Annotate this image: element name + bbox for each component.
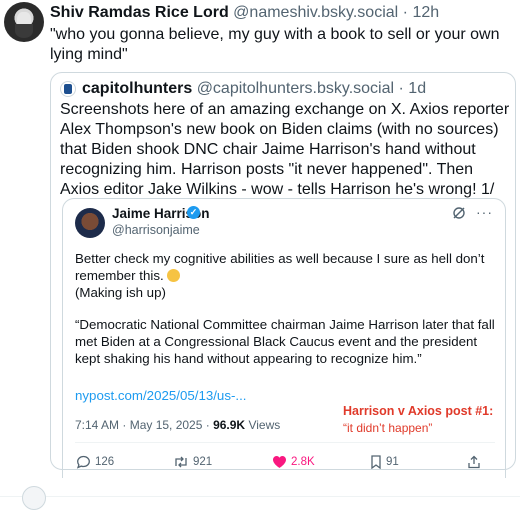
quoted-author-avatar — [60, 81, 76, 97]
post-time[interactable]: 12h — [412, 4, 439, 21]
author-name[interactable]: Shiv Ramdas Rice Lord — [50, 4, 229, 21]
dot-separator: · — [402, 4, 408, 21]
post-author-line: Shiv Ramdas Rice Lord @nameshiv.bsky.soc… — [50, 4, 439, 22]
dot-separator: · — [398, 80, 404, 97]
tweet-timestamp: 7:14 AM · May 15, 2025 · — [75, 418, 214, 432]
tweet-body: Better check my cognitive abilities as w… — [75, 250, 495, 301]
quoted-author-line: capitolhunters @capitolhunters.bsky.soci… — [82, 80, 426, 98]
reply-icon — [76, 455, 90, 469]
verified-badge-icon: ✓ — [187, 206, 200, 219]
more-options-icon: ··· — [476, 204, 493, 220]
like-count: 2.8K — [291, 456, 315, 468]
tweet-author-avatar — [75, 208, 105, 238]
tweet-divider — [75, 442, 495, 443]
quoted-post-time: 1d — [408, 80, 427, 97]
annotation-subtitle: “it didn’t happen” — [343, 421, 433, 435]
heart-icon — [273, 456, 286, 468]
tweet-views-label: Views — [245, 418, 281, 432]
tweet-line-1: Better check my cognitive abilities as w… — [75, 251, 485, 283]
author-handle[interactable]: @nameshiv.bsky.social — [233, 4, 398, 21]
tweet-share-stat — [467, 455, 481, 469]
grok-icon — [453, 207, 465, 219]
bookmark-count: 91 — [386, 456, 399, 468]
bookmark-icon — [371, 455, 381, 469]
thinking-face-emoji-icon — [167, 269, 181, 282]
quoted-author-name: capitolhunters — [82, 80, 193, 97]
annotation-title: Harrison v Axios post #1: — [343, 404, 494, 418]
tweet-quote-text: “Democratic National Committee chairman … — [75, 317, 495, 366]
tweet-like-stat: 2.8K — [272, 455, 315, 469]
tweet-author-handle: @harrisonjaime — [112, 223, 200, 237]
quoted-author-handle: @capitolhunters.bsky.social — [196, 80, 395, 97]
reply-count: 126 — [95, 456, 115, 468]
author-avatar[interactable] — [4, 2, 44, 42]
tweet-views-count: 96.9K — [213, 418, 246, 432]
tweet-repost-stat: 921 — [173, 455, 212, 469]
next-post-avatar[interactable] — [22, 486, 46, 510]
tweet-link: nypost.com/2025/05/13/us-... — [75, 388, 247, 403]
tweet-reply-stat: 126 — [76, 455, 114, 469]
share-icon — [468, 455, 480, 469]
repost-count: 921 — [193, 456, 213, 468]
tweet-line-2: (Making ish up) — [75, 285, 166, 300]
tweet-bookmark-stat: 91 — [370, 455, 399, 469]
post-text: "who you gonna believe, my guy with a bo… — [50, 26, 500, 63]
tweet-meta: 7:14 AM · May 15, 2025 · 96.9K Views — [75, 418, 280, 432]
feed-divider — [0, 496, 520, 497]
repost-icon — [175, 456, 187, 468]
quoted-post-text: Screenshots here of an amazing exchange … — [60, 101, 510, 198]
